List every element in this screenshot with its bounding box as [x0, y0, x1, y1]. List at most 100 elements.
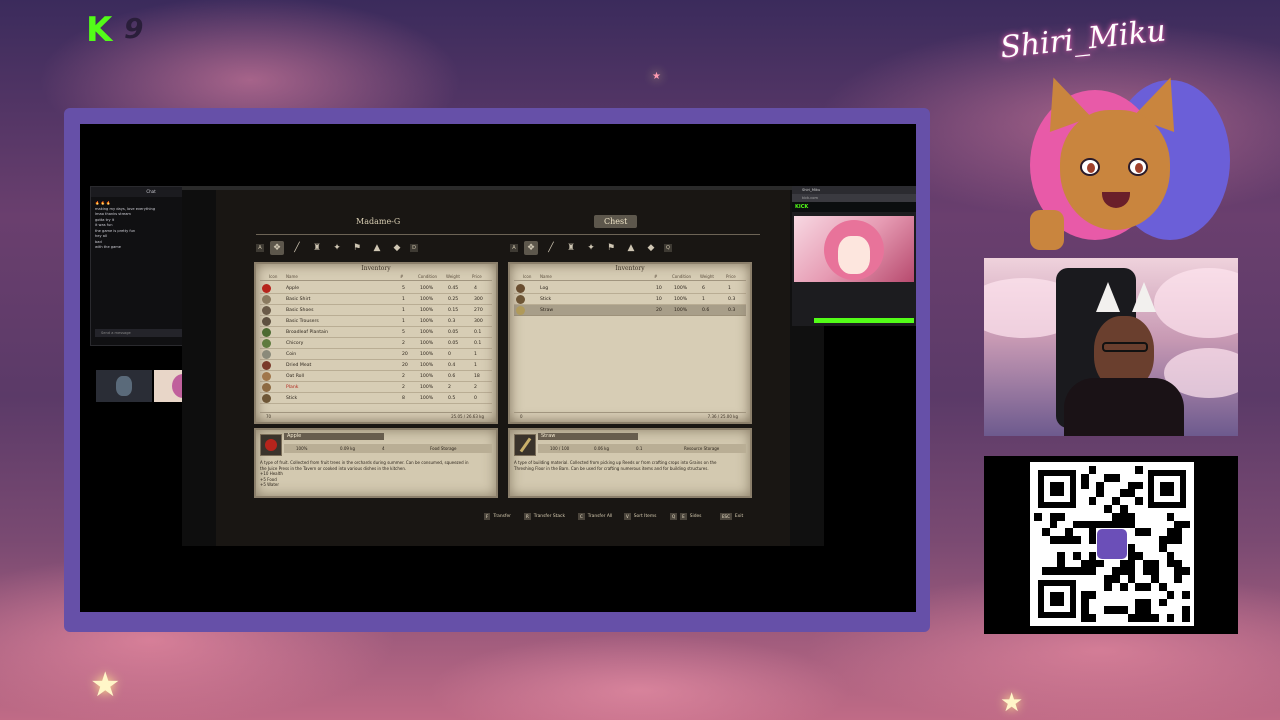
- camera-thumbnail[interactable]: [96, 370, 152, 402]
- qr-module: [1174, 536, 1183, 544]
- qr-module: [1127, 489, 1136, 498]
- tools-icon[interactable]: ╱: [544, 241, 558, 255]
- detail-category: Food Storage: [430, 446, 457, 451]
- anvil-icon[interactable]: ▲: [370, 241, 384, 255]
- qr-module: [1088, 567, 1097, 576]
- footer-count: 0: [520, 414, 523, 419]
- inventory-footer: 70 25.05 / 26.63 kg: [260, 412, 492, 420]
- inventory-row[interactable]: Straw 20 100% 0.6 0.3: [514, 305, 746, 316]
- item-condition: 100%: [420, 330, 434, 335]
- control-label: Transfer Stack: [533, 514, 565, 519]
- item-price: 0.1: [474, 341, 482, 346]
- chat-message-text: it was fun: [95, 223, 113, 227]
- browser-tab[interactable]: Shiri_Miku: [792, 186, 916, 194]
- control-sort-items[interactable]: V Sort Items: [624, 513, 656, 520]
- qr-finder: [1148, 470, 1186, 508]
- description-line: +5 Water: [260, 482, 279, 487]
- item-condition: 100%: [420, 385, 434, 390]
- inventory-row[interactable]: Chicory 2 100% 0.05 0.1: [260, 338, 492, 349]
- qr-module: [1135, 583, 1144, 591]
- qr-module: [1166, 551, 1175, 560]
- qr-code[interactable]: [1030, 462, 1194, 626]
- qr-module: [1080, 567, 1089, 576]
- qr-module: [1174, 575, 1183, 583]
- anvil-icon[interactable]: ▲: [624, 241, 638, 255]
- qr-module: [1096, 559, 1105, 568]
- inventory-row[interactable]: Log 10 100% 6 1: [514, 283, 746, 294]
- browser-address-bar[interactable]: kick.com: [792, 194, 916, 202]
- qr-module: [1182, 590, 1190, 599]
- food-icon[interactable]: ⚑: [604, 241, 618, 255]
- kick-viewer-count: 9: [124, 12, 144, 45]
- inventory-row[interactable]: Dried Meat 20 100% 0.4 1: [260, 360, 492, 371]
- qr-module: [1166, 559, 1175, 568]
- inventory-row[interactable]: Basic Shirt 1 100% 0.25 300: [260, 294, 492, 305]
- control-label: Transfer: [493, 514, 511, 519]
- chat-input[interactable]: Send a message: [95, 329, 193, 337]
- all-items-icon[interactable]: ❖: [524, 241, 538, 255]
- column-count: #: [400, 274, 404, 279]
- item-price: 300: [474, 319, 483, 324]
- qr-module: [1166, 536, 1175, 544]
- control-exit[interactable]: ESC Exit: [720, 513, 743, 520]
- item-condition: 100%: [420, 319, 434, 324]
- qr-module: [1065, 536, 1073, 544]
- qr-module: [1182, 606, 1190, 615]
- detail-weight: 0.06 kg: [594, 446, 610, 451]
- armor-icon[interactable]: ♜: [564, 241, 578, 255]
- right-inventory-title[interactable]: Chest: [594, 215, 638, 228]
- inventory-row[interactable]: Stick 10 100% 1 0.3: [514, 294, 746, 305]
- item-count: 2: [402, 341, 405, 346]
- star-decoration: ★: [1000, 688, 1024, 718]
- armor-icon[interactable]: ♜: [310, 241, 324, 255]
- key-hint: C: [578, 513, 585, 520]
- inventory-row[interactable]: Basic Shoes 1 100% 0.15 270: [260, 305, 492, 316]
- control-transfer[interactable]: F Transfer: [484, 513, 511, 520]
- qr-module: [1127, 520, 1136, 529]
- item-price: 18: [474, 374, 480, 379]
- qr-module: [1088, 528, 1097, 537]
- qr-module: [1127, 481, 1136, 490]
- qr-module: [1143, 614, 1151, 622]
- chat-message-text: the game is pretty fun: [95, 228, 136, 233]
- item-name: Plank: [286, 385, 299, 390]
- category-prev-key: A: [256, 244, 264, 252]
- qr-module: [1127, 575, 1136, 583]
- detail-category: Resource Storage: [684, 446, 720, 451]
- inventory-row[interactable]: Broadleaf Plantain 5 100% 0.05 0.1: [260, 327, 492, 338]
- avatar-face: [1060, 110, 1170, 230]
- control-sides[interactable]: Q E Sides: [670, 513, 701, 520]
- resources-icon[interactable]: ✦: [330, 241, 344, 255]
- item-count: 20: [656, 308, 662, 313]
- qr-module: [1057, 536, 1066, 544]
- column-weight: Weight: [446, 274, 460, 279]
- control-transfer-all[interactable]: C Transfer All: [578, 513, 612, 520]
- inventory-row[interactable]: Coin 20 100% 0 1: [260, 349, 492, 360]
- qr-module: [1080, 473, 1089, 482]
- qr-module: [1049, 512, 1058, 521]
- qr-module: [1104, 583, 1112, 591]
- inventory-row[interactable]: Oat Roll 2 100% 0.6 18: [260, 371, 492, 382]
- inventory-row[interactable]: Plank 2 100% 2 2: [260, 382, 492, 393]
- inventory-row[interactable]: Stick 8 100% 0.5 0: [260, 393, 492, 404]
- food-icon[interactable]: ⚑: [350, 241, 364, 255]
- qr-module: [1112, 497, 1120, 505]
- qr-module: [1119, 520, 1128, 529]
- item-name: Basic Shoes: [286, 308, 314, 313]
- inventory-row[interactable]: Basic Trousers 1 100% 0.3 300: [260, 316, 492, 327]
- control-transfer-stack[interactable]: R Transfer Stack: [524, 513, 565, 520]
- detail-price: 0.1: [636, 446, 643, 451]
- description-line: Threshing Floor in the Barn. Can be used…: [514, 465, 709, 471]
- resources-icon[interactable]: ✦: [584, 241, 598, 255]
- item-price: 1: [728, 286, 731, 291]
- bag-icon[interactable]: ◆: [644, 241, 658, 255]
- left-inventory-panel: Inventory Icon Name # Condition Weight P…: [254, 262, 498, 424]
- all-items-icon[interactable]: ❖: [270, 241, 284, 255]
- key-hint: R: [524, 513, 531, 520]
- qr-module: [1088, 614, 1097, 622]
- bag-icon[interactable]: ◆: [390, 241, 404, 255]
- qr-module: [1135, 466, 1144, 474]
- tools-icon[interactable]: ╱: [290, 241, 304, 255]
- inventory-row[interactable]: Apple 5 100% 0.45 4: [260, 283, 492, 294]
- detail-condition: 100 / 100: [550, 446, 570, 451]
